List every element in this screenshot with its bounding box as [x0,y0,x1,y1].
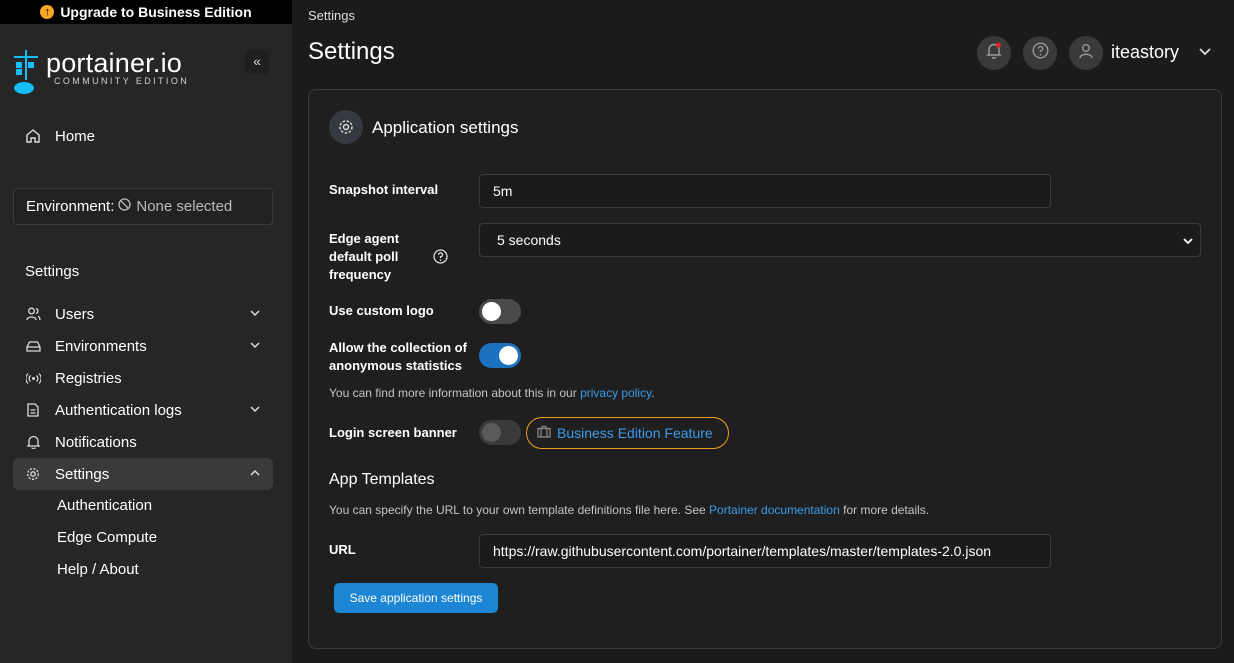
sidebar-item-users[interactable]: Users [13,298,273,330]
user-menu-name[interactable]: iteastory [1111,42,1179,63]
sidebar-item-label: Authentication logs [55,401,182,419]
card-gear-icon [329,110,363,144]
notifications-button[interactable] [977,36,1011,70]
user-icon [1079,43,1093,64]
environment-selector[interactable]: Environment: None selected [13,188,273,225]
logo-text: portainer.io [46,48,182,78]
portainer-logo[interactable]: portainer.io COMMUNITY EDITION [12,48,189,96]
snapshot-interval-label: Snapshot interval [329,182,439,197]
anonymous-stats-toggle[interactable] [479,343,521,368]
page-title: Settings [308,38,395,65]
sidebar-subitem-authentication[interactable]: Authentication [57,497,152,514]
chevron-down-icon [249,306,261,323]
sidebar-item-label: Home [55,127,96,145]
privacy-policy-link[interactable]: privacy policy [580,386,651,400]
card-title: Application settings [372,118,519,137]
environment-value: None selected [136,198,233,215]
help-circle-icon [1031,42,1049,64]
sidebar-item-label: Users [55,305,95,323]
sidebar-item-registries[interactable]: Registries [13,362,273,394]
sidebar-subitem-edge-compute[interactable]: Edge Compute [57,529,157,546]
sidebar-subitem-help-about[interactable]: Help / About [57,561,139,578]
login-banner-toggle[interactable] [479,420,521,445]
portainer-crane-icon [14,50,38,94]
home-icon [25,128,41,144]
file-icon [25,402,41,418]
environment-label: Environment: [26,198,115,215]
privacy-help-text: You can find more information about this… [329,386,655,400]
collapse-sidebar-button[interactable]: « [245,50,269,74]
chevron-down-icon [1182,234,1194,250]
sidebar: ↑ Upgrade to Business Edition portainer.… [0,0,292,663]
business-edition-badge[interactable]: Business Edition Feature [526,417,729,449]
chevron-down-icon[interactable] [1198,44,1212,63]
custom-logo-toggle[interactable] [479,299,521,324]
logo-edition: COMMUNITY EDITION [54,76,190,86]
gear-icon [25,466,41,482]
edge-poll-frequency-label: Edge agent default poll frequency [329,231,400,282]
save-application-settings-button[interactable]: Save application settings [334,583,498,613]
templates-help-text: You can specify the URL to your own temp… [329,503,930,517]
chevron-up-icon [249,466,261,483]
sidebar-section-settings: Settings [25,263,80,280]
bell-icon [25,434,41,450]
users-icon [25,306,41,322]
ban-icon [118,198,132,215]
briefcase-icon [537,425,551,441]
anonymous-stats-label: Allow the collection of anonymous statis… [329,340,467,373]
arrow-up-circle-icon: ↑ [40,5,55,19]
sidebar-item-environments[interactable]: Environments [13,330,273,362]
sidebar-item-home[interactable]: Home [13,120,273,152]
user-avatar[interactable] [1069,36,1103,70]
sidebar-item-authentication-logs[interactable]: Authentication logs [13,394,273,426]
help-circle-icon[interactable] [433,249,448,269]
sidebar-item-notifications[interactable]: Notifications [13,426,273,458]
sidebar-item-label: Registries [55,369,122,387]
app-templates-heading: App Templates [329,471,435,488]
sidebar-item-label: Settings [55,465,110,483]
chevron-down-icon [249,402,261,419]
snapshot-interval-value: 5m [493,183,513,199]
business-edition-label: Business Edition Feature [557,425,713,441]
custom-logo-label: Use custom logo [329,303,434,318]
sidebar-item-label: Notifications [55,433,137,451]
snapshot-interval-input[interactable]: 5m [479,174,1051,208]
portainer-documentation-link[interactable]: Portainer documentation [709,503,840,517]
templates-url-input[interactable]: https://raw.githubusercontent.com/portai… [479,534,1051,568]
radio-icon [25,370,41,386]
sidebar-item-settings[interactable]: Settings [13,458,273,490]
breadcrumb: Settings [308,8,355,23]
drive-icon [25,338,41,354]
upgrade-label: Upgrade to Business Edition [60,4,252,20]
sidebar-item-label: Environments [55,337,147,355]
bell-icon [986,42,1002,64]
login-banner-label: Login screen banner [329,425,457,440]
edge-poll-frequency-select[interactable]: 5 seconds [479,223,1201,257]
edge-poll-frequency-value: 5 seconds [497,232,561,248]
chevron-down-icon [249,338,261,355]
help-button[interactable] [1023,36,1057,70]
url-label: URL [329,542,356,557]
templates-url-value: https://raw.githubusercontent.com/portai… [493,543,992,559]
upgrade-banner[interactable]: ↑ Upgrade to Business Edition [0,0,292,24]
